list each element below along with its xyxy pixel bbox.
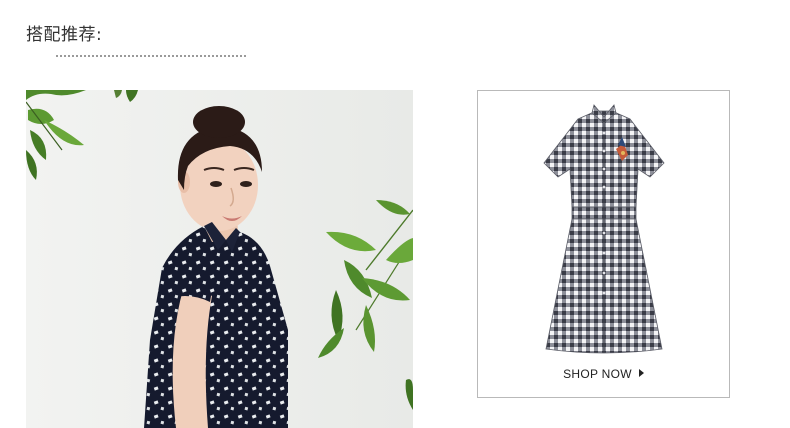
model-photo-illustration: [26, 90, 413, 428]
model-photo[interactable]: [26, 90, 413, 428]
shop-now-label: SHOP NOW: [563, 367, 632, 381]
recommendation-section: 搭配推荐: SHOP NOW: [0, 0, 790, 428]
product-card[interactable]: SHOP NOW: [477, 90, 730, 398]
shop-now-button[interactable]: SHOP NOW: [478, 367, 729, 381]
section-title: 搭配推荐:: [26, 25, 103, 45]
dotted-divider: [56, 55, 246, 57]
gingham-dress-image[interactable]: [538, 103, 670, 355]
triangle-right-icon: [638, 369, 644, 377]
